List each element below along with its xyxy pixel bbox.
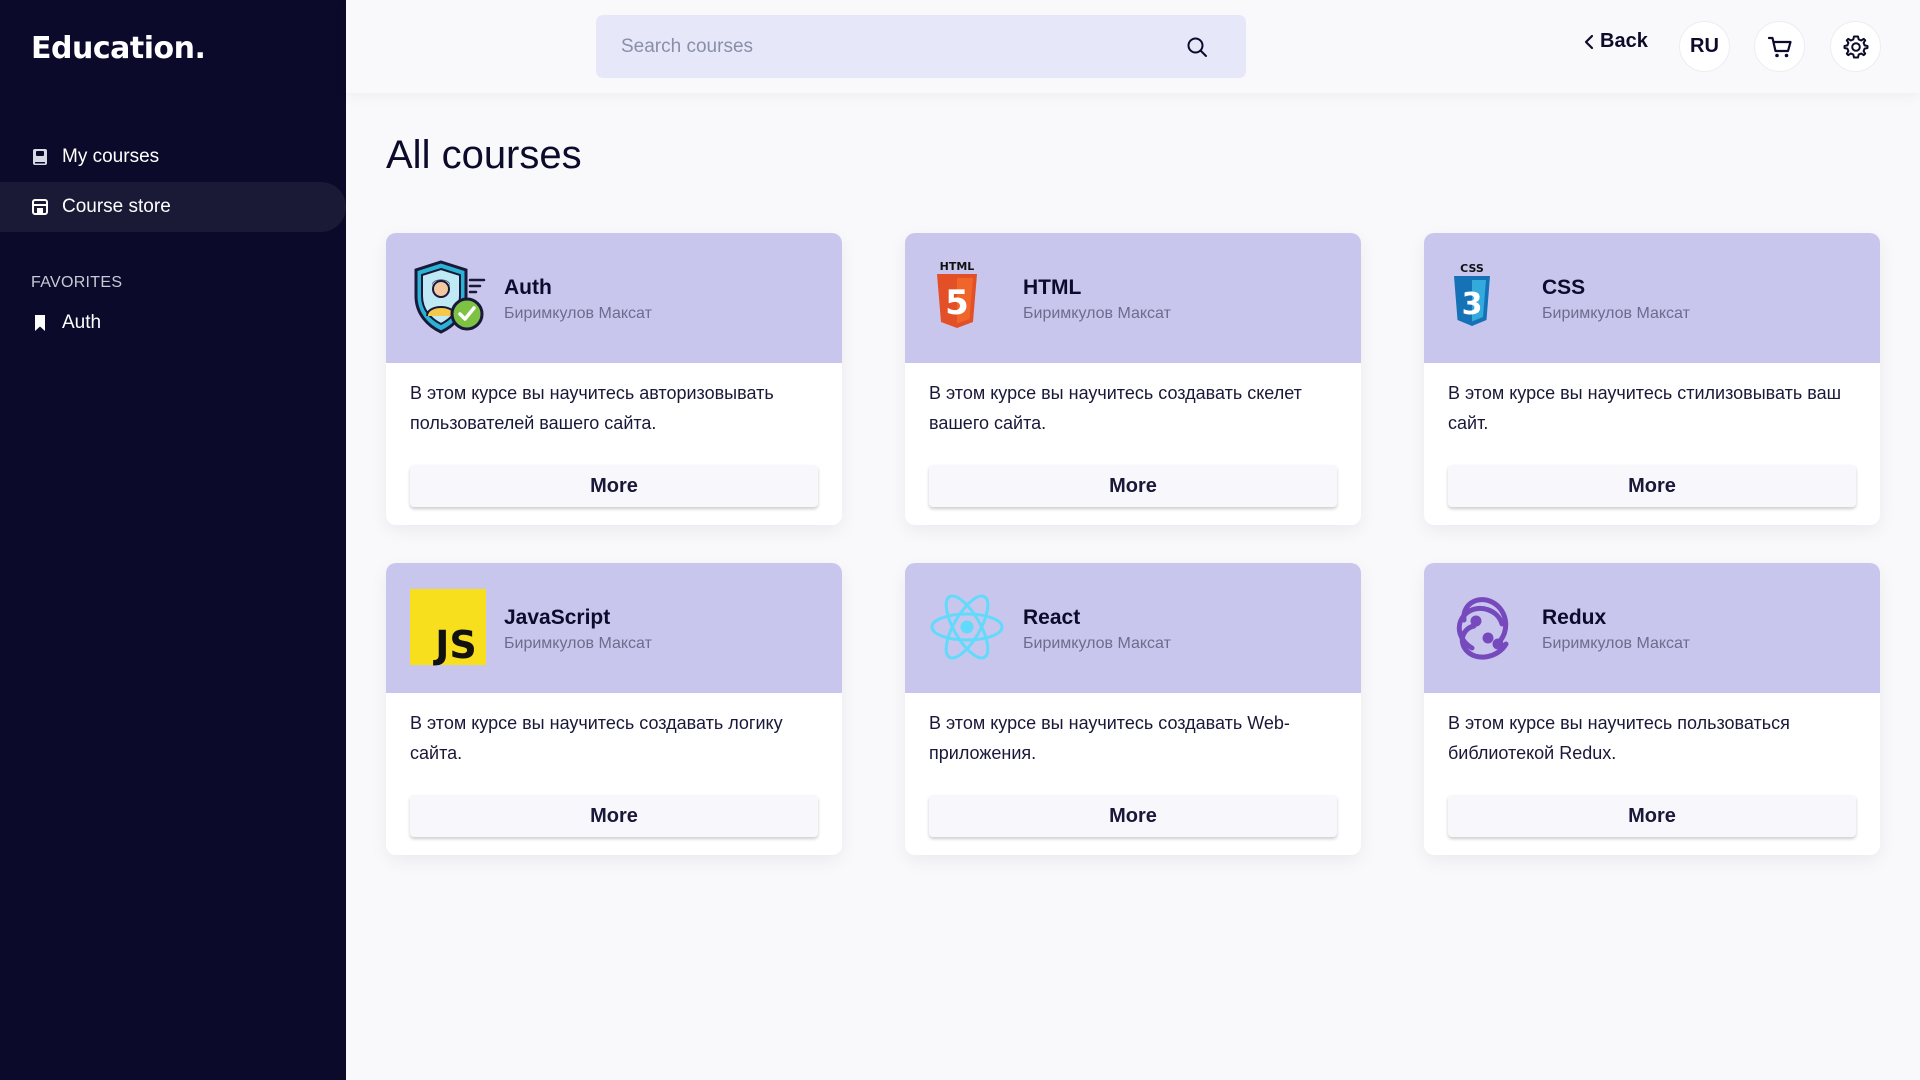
course-title: React — [1023, 606, 1081, 629]
course-description: В этом курсе вы научитесь стилизовывать … — [1448, 383, 1842, 433]
course-card-auth: Auth Биримкулов Максат В этом курсе вы н… — [386, 233, 842, 525]
sidebar-item-course-store[interactable]: Course store — [0, 182, 346, 232]
css3-icon: CSS 3 — [1448, 258, 1526, 336]
more-button[interactable]: More — [1448, 795, 1856, 837]
course-card-header: CSS 3 CSS Биримкулов Максат — [1424, 233, 1880, 363]
sidebar: Education. My courses Course store FAVOR… — [0, 0, 346, 1080]
svg-text:HTML: HTML — [940, 260, 975, 273]
language-button[interactable]: RU — [1679, 21, 1730, 72]
html5-icon: HTML 5 — [929, 258, 1007, 336]
javascript-icon: JS — [410, 588, 488, 667]
course-description: В этом курсе вы научитесь авторизовывать… — [410, 383, 774, 433]
app-logo[interactable]: Education. — [31, 31, 206, 66]
course-title: Redux — [1542, 606, 1607, 629]
redux-icon — [1448, 588, 1526, 666]
favorites-heading: FAVORITES — [31, 274, 123, 291]
back-label: Back — [1600, 30, 1648, 52]
book-icon — [31, 148, 49, 166]
react-icon — [929, 588, 1007, 666]
course-card-react: React Биримкулов Максат В этом курсе вы … — [905, 563, 1361, 855]
course-title: CSS — [1542, 276, 1586, 299]
more-button[interactable]: More — [1448, 465, 1856, 507]
course-card-header: JS JavaScript Биримкулов Максат — [386, 563, 842, 693]
sidebar-item-my-courses[interactable]: My courses — [0, 132, 346, 182]
course-card-css: CSS 3 CSS Биримкулов Максат В этом курсе… — [1424, 233, 1880, 525]
course-description: В этом курсе вы научитесь создавать скел… — [929, 383, 1302, 433]
store-icon — [31, 198, 49, 216]
course-author: Биримкулов Максат — [504, 635, 652, 652]
course-author: Биримкулов Максат — [1542, 305, 1690, 322]
course-author: Биримкулов Максат — [1023, 305, 1171, 322]
sidebar-item-label: My courses — [62, 146, 160, 167]
gear-icon — [1843, 35, 1868, 58]
svg-text:JS: JS — [432, 623, 477, 666]
course-author: Биримкулов Максат — [1542, 635, 1690, 652]
course-card-header: React Биримкулов Максат — [905, 563, 1361, 693]
course-card-redux: Redux Биримкулов Максат В этом курсе вы … — [1424, 563, 1880, 855]
course-card-html: HTML 5 HTML Биримкулов Максат В этом кур… — [905, 233, 1361, 525]
auth-shield-icon — [410, 258, 488, 336]
course-card-header: HTML 5 HTML Биримкулов Максат — [905, 233, 1361, 363]
search-icon[interactable] — [1186, 36, 1208, 58]
course-card-header: Redux Биримкулов Максат — [1424, 563, 1880, 693]
chevron-left-icon — [1584, 34, 1594, 49]
course-description: В этом курсе вы научитесь пользоваться б… — [1448, 713, 1790, 763]
course-title: HTML — [1023, 276, 1082, 299]
more-button[interactable]: More — [410, 795, 818, 837]
svg-text:3: 3 — [1462, 287, 1483, 322]
course-title: JavaScript — [504, 606, 611, 629]
svg-text:5: 5 — [945, 283, 969, 323]
course-description: В этом курсе вы научитесь создавать Web-… — [929, 713, 1290, 763]
course-author: Биримкулов Максат — [1023, 635, 1171, 652]
course-title: Auth — [504, 276, 552, 299]
search-input[interactable] — [621, 35, 1161, 58]
favorite-item-label: Auth — [62, 312, 102, 333]
search-bar — [596, 15, 1246, 78]
more-button[interactable]: More — [929, 795, 1337, 837]
svg-text:CSS: CSS — [1460, 262, 1484, 275]
more-button[interactable]: More — [410, 465, 818, 507]
back-button[interactable]: Back — [1583, 30, 1648, 53]
page-title: All courses — [386, 133, 582, 177]
settings-button[interactable] — [1830, 21, 1881, 72]
course-card-header: Auth Биримкулов Максат — [386, 233, 842, 363]
favorite-item-auth[interactable]: Auth — [0, 298, 346, 348]
bookmark-icon — [31, 314, 49, 332]
course-card-javascript: JS JavaScript Биримкулов Максат В этом к… — [386, 563, 842, 855]
top-header: Back RU — [346, 0, 1920, 93]
course-description: В этом курсе вы научитесь создавать логи… — [410, 713, 783, 763]
sidebar-item-label: Course store — [62, 196, 171, 217]
more-button[interactable]: More — [929, 465, 1337, 507]
cart-icon — [1767, 36, 1792, 57]
course-author: Биримкулов Максат — [504, 305, 652, 322]
cart-button[interactable] — [1754, 21, 1805, 72]
